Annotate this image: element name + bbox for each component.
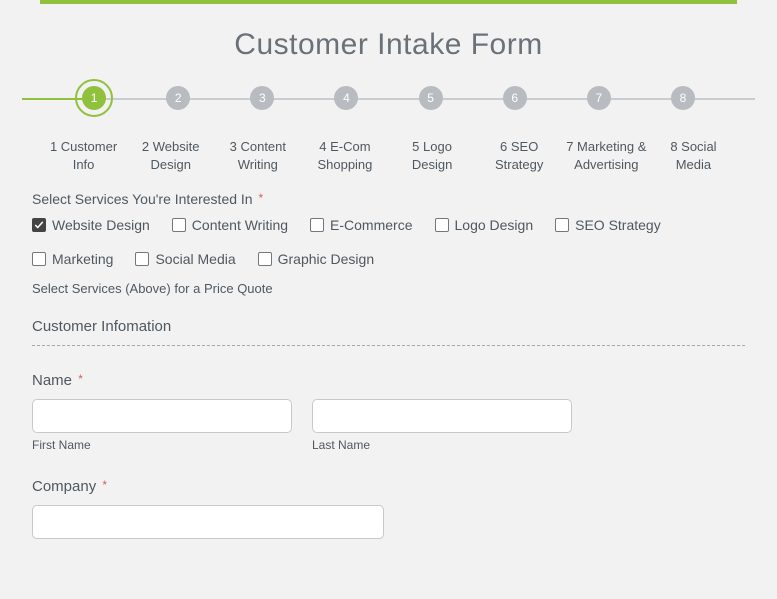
company-label: Company * bbox=[32, 478, 745, 495]
step-circle: 7 bbox=[587, 86, 611, 110]
checkbox-label: Website Design bbox=[52, 217, 150, 233]
step-label: 2 Website Design bbox=[127, 138, 214, 173]
stepper: 1 2 3 4 5 6 7 8 bbox=[22, 80, 755, 126]
required-mark: * bbox=[102, 478, 107, 492]
checkbox-icon bbox=[135, 252, 149, 266]
first-name-sublabel: First Name bbox=[32, 438, 292, 452]
last-name-input[interactable] bbox=[312, 399, 572, 433]
checkbox-website-design[interactable]: Website Design bbox=[32, 217, 150, 233]
step-1[interactable]: 1 bbox=[52, 80, 136, 110]
checkbox-marketing[interactable]: Marketing bbox=[32, 251, 113, 267]
checkbox-icon bbox=[310, 218, 324, 232]
checkbox-icon bbox=[555, 218, 569, 232]
step-label: 8 Social Media bbox=[650, 138, 737, 173]
step-circle: 2 bbox=[166, 86, 190, 110]
step-label: 6 SEO Strategy bbox=[476, 138, 563, 173]
step-label: 5 Logo Design bbox=[389, 138, 476, 173]
step-label: 7 Marketing & Advertising bbox=[563, 138, 650, 173]
checkbox-icon bbox=[172, 218, 186, 232]
step-label: 3 Content Writing bbox=[214, 138, 301, 173]
accent-bar bbox=[40, 0, 737, 4]
required-mark: * bbox=[258, 191, 263, 205]
step-8[interactable]: 8 bbox=[641, 80, 725, 110]
checkbox-icon bbox=[435, 218, 449, 232]
checkbox-icon bbox=[32, 252, 46, 266]
checkbox-label: SEO Strategy bbox=[575, 217, 661, 233]
step-circle: 1 bbox=[82, 86, 106, 110]
checkbox-content-writing[interactable]: Content Writing bbox=[172, 217, 288, 233]
step-7[interactable]: 7 bbox=[557, 80, 641, 110]
step-label: 4 E-Com Shopping bbox=[301, 138, 388, 173]
step-2[interactable]: 2 bbox=[136, 80, 220, 110]
checkbox-label: Logo Design bbox=[455, 217, 534, 233]
step-circle: 4 bbox=[334, 86, 358, 110]
first-name-input[interactable] bbox=[32, 399, 292, 433]
checkbox-label: Graphic Design bbox=[278, 251, 375, 267]
checkbox-icon bbox=[32, 218, 46, 232]
checkbox-label: E-Commerce bbox=[330, 217, 412, 233]
stepper-labels: 1 Customer Info 2 Website Design 3 Conte… bbox=[22, 138, 755, 173]
services-label: Select Services You're Interested In * bbox=[32, 191, 745, 207]
required-mark: * bbox=[78, 372, 83, 386]
services-helper: Select Services (Above) for a Price Quot… bbox=[32, 281, 745, 296]
name-label: Name * bbox=[32, 372, 745, 389]
checkbox-graphic-design[interactable]: Graphic Design bbox=[258, 251, 375, 267]
step-circle: 5 bbox=[419, 86, 443, 110]
company-input[interactable] bbox=[32, 505, 384, 539]
last-name-sublabel: Last Name bbox=[312, 438, 572, 452]
checkbox-logo-design[interactable]: Logo Design bbox=[435, 217, 534, 233]
page-title: Customer Intake Form bbox=[0, 28, 777, 62]
divider bbox=[32, 345, 745, 346]
section-customer-info: Customer Infomation bbox=[32, 318, 745, 335]
checkbox-seo-strategy[interactable]: SEO Strategy bbox=[555, 217, 661, 233]
step-3[interactable]: 3 bbox=[220, 80, 304, 110]
services-checkbox-group: Website Design Content Writing E-Commerc… bbox=[32, 217, 745, 267]
step-5[interactable]: 5 bbox=[389, 80, 473, 110]
checkbox-icon bbox=[258, 252, 272, 266]
step-4[interactable]: 4 bbox=[304, 80, 388, 110]
checkbox-label: Content Writing bbox=[192, 217, 288, 233]
step-label: 1 Customer Info bbox=[40, 138, 127, 173]
checkbox-label: Social Media bbox=[155, 251, 235, 267]
step-6[interactable]: 6 bbox=[473, 80, 557, 110]
checkbox-ecommerce[interactable]: E-Commerce bbox=[310, 217, 412, 233]
step-circle: 3 bbox=[250, 86, 274, 110]
checkbox-social-media[interactable]: Social Media bbox=[135, 251, 235, 267]
checkbox-label: Marketing bbox=[52, 251, 113, 267]
step-circle: 6 bbox=[503, 86, 527, 110]
step-circle: 8 bbox=[671, 86, 695, 110]
